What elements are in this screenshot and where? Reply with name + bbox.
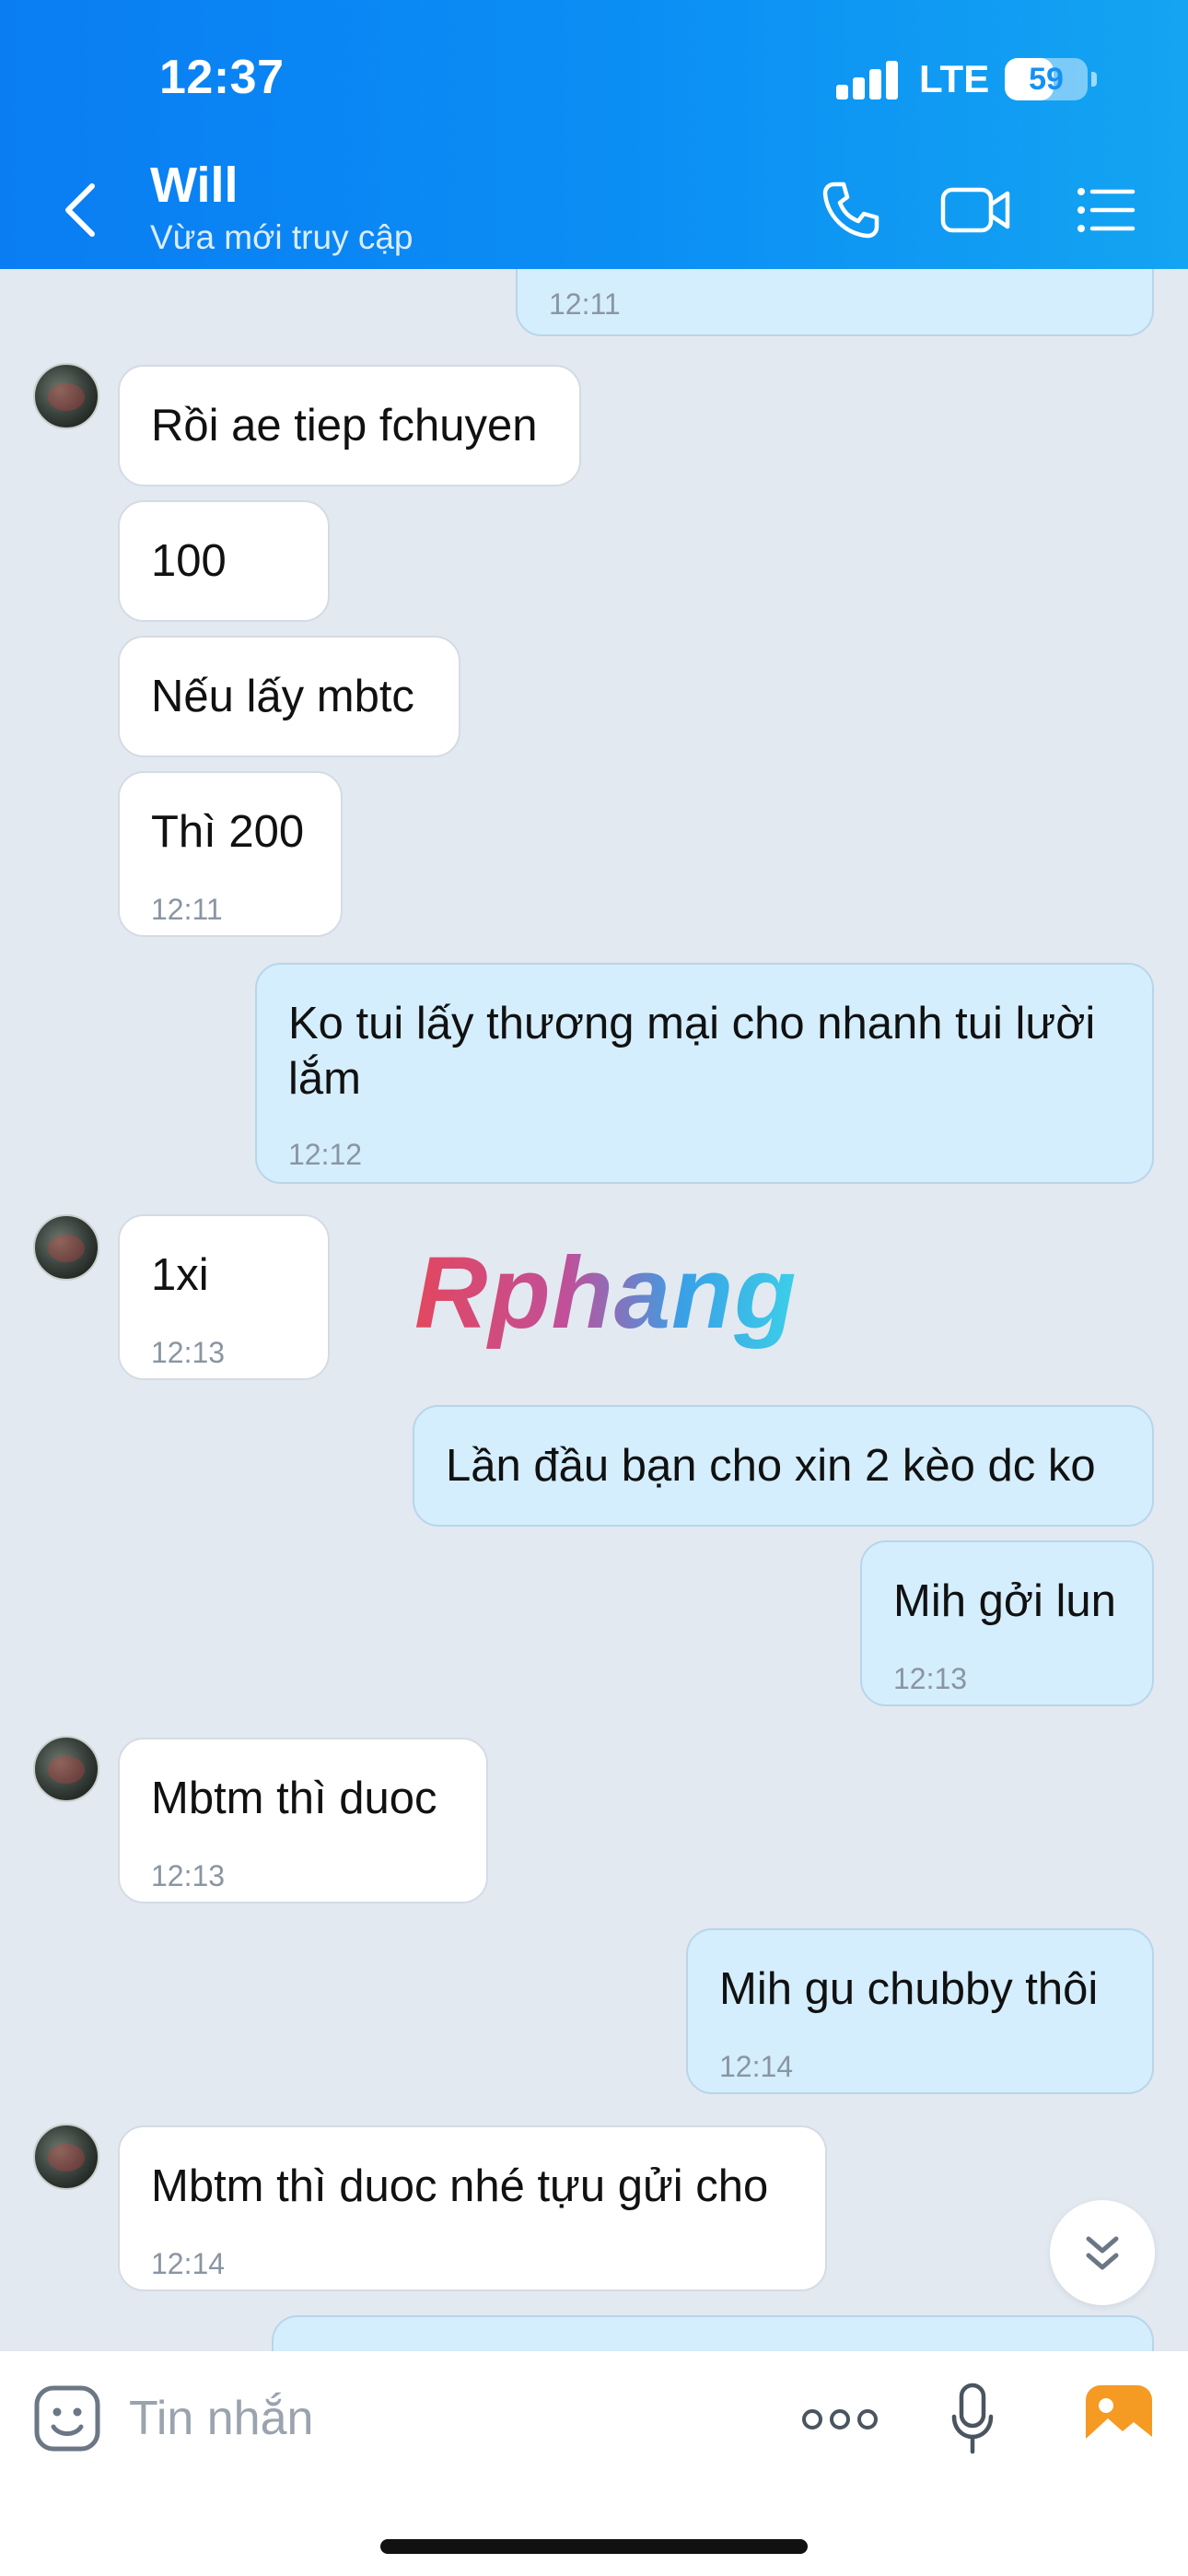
message-time: 12:14 (719, 2050, 794, 2083)
contact-status: Vừa mới truy cập (150, 218, 413, 256)
message-bubble-outgoing[interactable]: Lần đầu bạn cho xin 2 kèo dc ko (413, 1405, 1154, 1527)
message-text: Ko tui lấy thương mại cho nhanh tui lười… (288, 999, 1096, 1104)
sticker-face-icon (34, 2385, 100, 2452)
scroll-down-icon (1086, 2236, 1119, 2270)
message-time: 12:13 (151, 1859, 226, 1892)
battery-icon: 59 (1005, 58, 1088, 100)
more-dots-icon (802, 2409, 878, 2430)
menu-button[interactable] (1076, 175, 1138, 245)
message-time: 12:13 (151, 1336, 226, 1369)
video-camera-icon (940, 187, 1010, 233)
message-text: Thì 200 (151, 807, 305, 857)
message-text: Mbtm thì duoc (151, 1774, 437, 1823)
microphone-icon (951, 2383, 994, 2454)
list-menu-icon (1077, 188, 1136, 232)
call-button[interactable] (816, 175, 886, 245)
message-time: 12:11 (151, 893, 223, 926)
message-time: 12:12 (288, 1138, 363, 1171)
message-text: 1xi (151, 1250, 209, 1300)
message-time: 12:11 (549, 287, 621, 321)
battery-tip (1091, 72, 1097, 87)
back-chevron-icon (65, 183, 95, 237)
message-bubble-outgoing[interactable]: Ko tui lấy thương mại cho nhanh tui lười… (255, 963, 1154, 1184)
more-options-button[interactable] (801, 2401, 879, 2438)
watermark-logo: Rphang (414, 1236, 798, 1350)
message-bubble-outgoing[interactable]: Mih gởi lun 12:13 (860, 1540, 1154, 1706)
contact-avatar[interactable] (33, 363, 99, 429)
message-text: Mbtm thì duoc nhé tựu gửi cho (151, 2161, 769, 2211)
network-type: LTE (919, 57, 990, 100)
video-call-button[interactable] (939, 175, 1013, 245)
scroll-to-bottom-button[interactable] (1050, 2200, 1155, 2305)
contact-name[interactable]: Will (150, 157, 239, 214)
message-bubble-incoming[interactable]: Mbtm thì duoc nhé tựu gửi cho 12:14 (118, 2125, 827, 2291)
message-text: Lần đầu bạn cho xin 2 kèo dc ko (446, 1441, 1096, 1491)
sticker-button[interactable] (33, 2384, 101, 2453)
message-text: Nếu lấy mbtc (151, 672, 414, 721)
voice-button[interactable] (950, 2382, 995, 2455)
gallery-button[interactable] (1084, 2383, 1154, 2453)
message-bubble-incoming[interactable]: 1xi 12:13 (118, 1214, 330, 1380)
message-bubble-incoming[interactable]: Thì 200 12:11 (118, 771, 343, 937)
phone-icon (822, 181, 879, 239)
status-time: 12:37 (159, 51, 285, 104)
gallery-icon (1086, 2385, 1152, 2452)
home-indicator (380, 2539, 808, 2554)
message-text: 100 (151, 536, 227, 586)
chat-header: 12:37 LTE 59 Will Vừa mới truy cập (0, 0, 1188, 269)
battery-percent: 59 (1029, 62, 1064, 97)
contact-avatar[interactable] (33, 1736, 99, 1802)
contact-avatar[interactable] (33, 2124, 99, 2190)
message-bubble-incoming[interactable]: 100 (118, 500, 330, 622)
message-text: Mih gởi lun (893, 1576, 1116, 1626)
back-button[interactable] (52, 173, 107, 247)
message-bubble-incoming[interactable]: Rồi ae tiep fchuyen (118, 365, 581, 486)
message-bubble-outgoing[interactable]: Mih gu chubby thôi 12:14 (686, 1928, 1154, 2094)
message-time: 12:13 (893, 1662, 968, 1695)
chat-screen: 12:11 Rồi ae tiep fchuyen 100 Nếu lấy mb… (0, 0, 1188, 2576)
signal-icon (836, 59, 899, 100)
message-time: 12:14 (151, 2247, 226, 2280)
message-text: Rồi ae tiep fchuyen (151, 401, 538, 451)
message-bubble-incoming[interactable]: Nếu lấy mbtc (118, 636, 460, 757)
message-input[interactable] (129, 2386, 774, 2451)
message-text: Mih gu chubby thôi (719, 1964, 1099, 2014)
message-bubble-incoming[interactable]: Mbtm thì duoc 12:13 (118, 1738, 488, 1903)
contact-avatar[interactable] (33, 1214, 99, 1281)
